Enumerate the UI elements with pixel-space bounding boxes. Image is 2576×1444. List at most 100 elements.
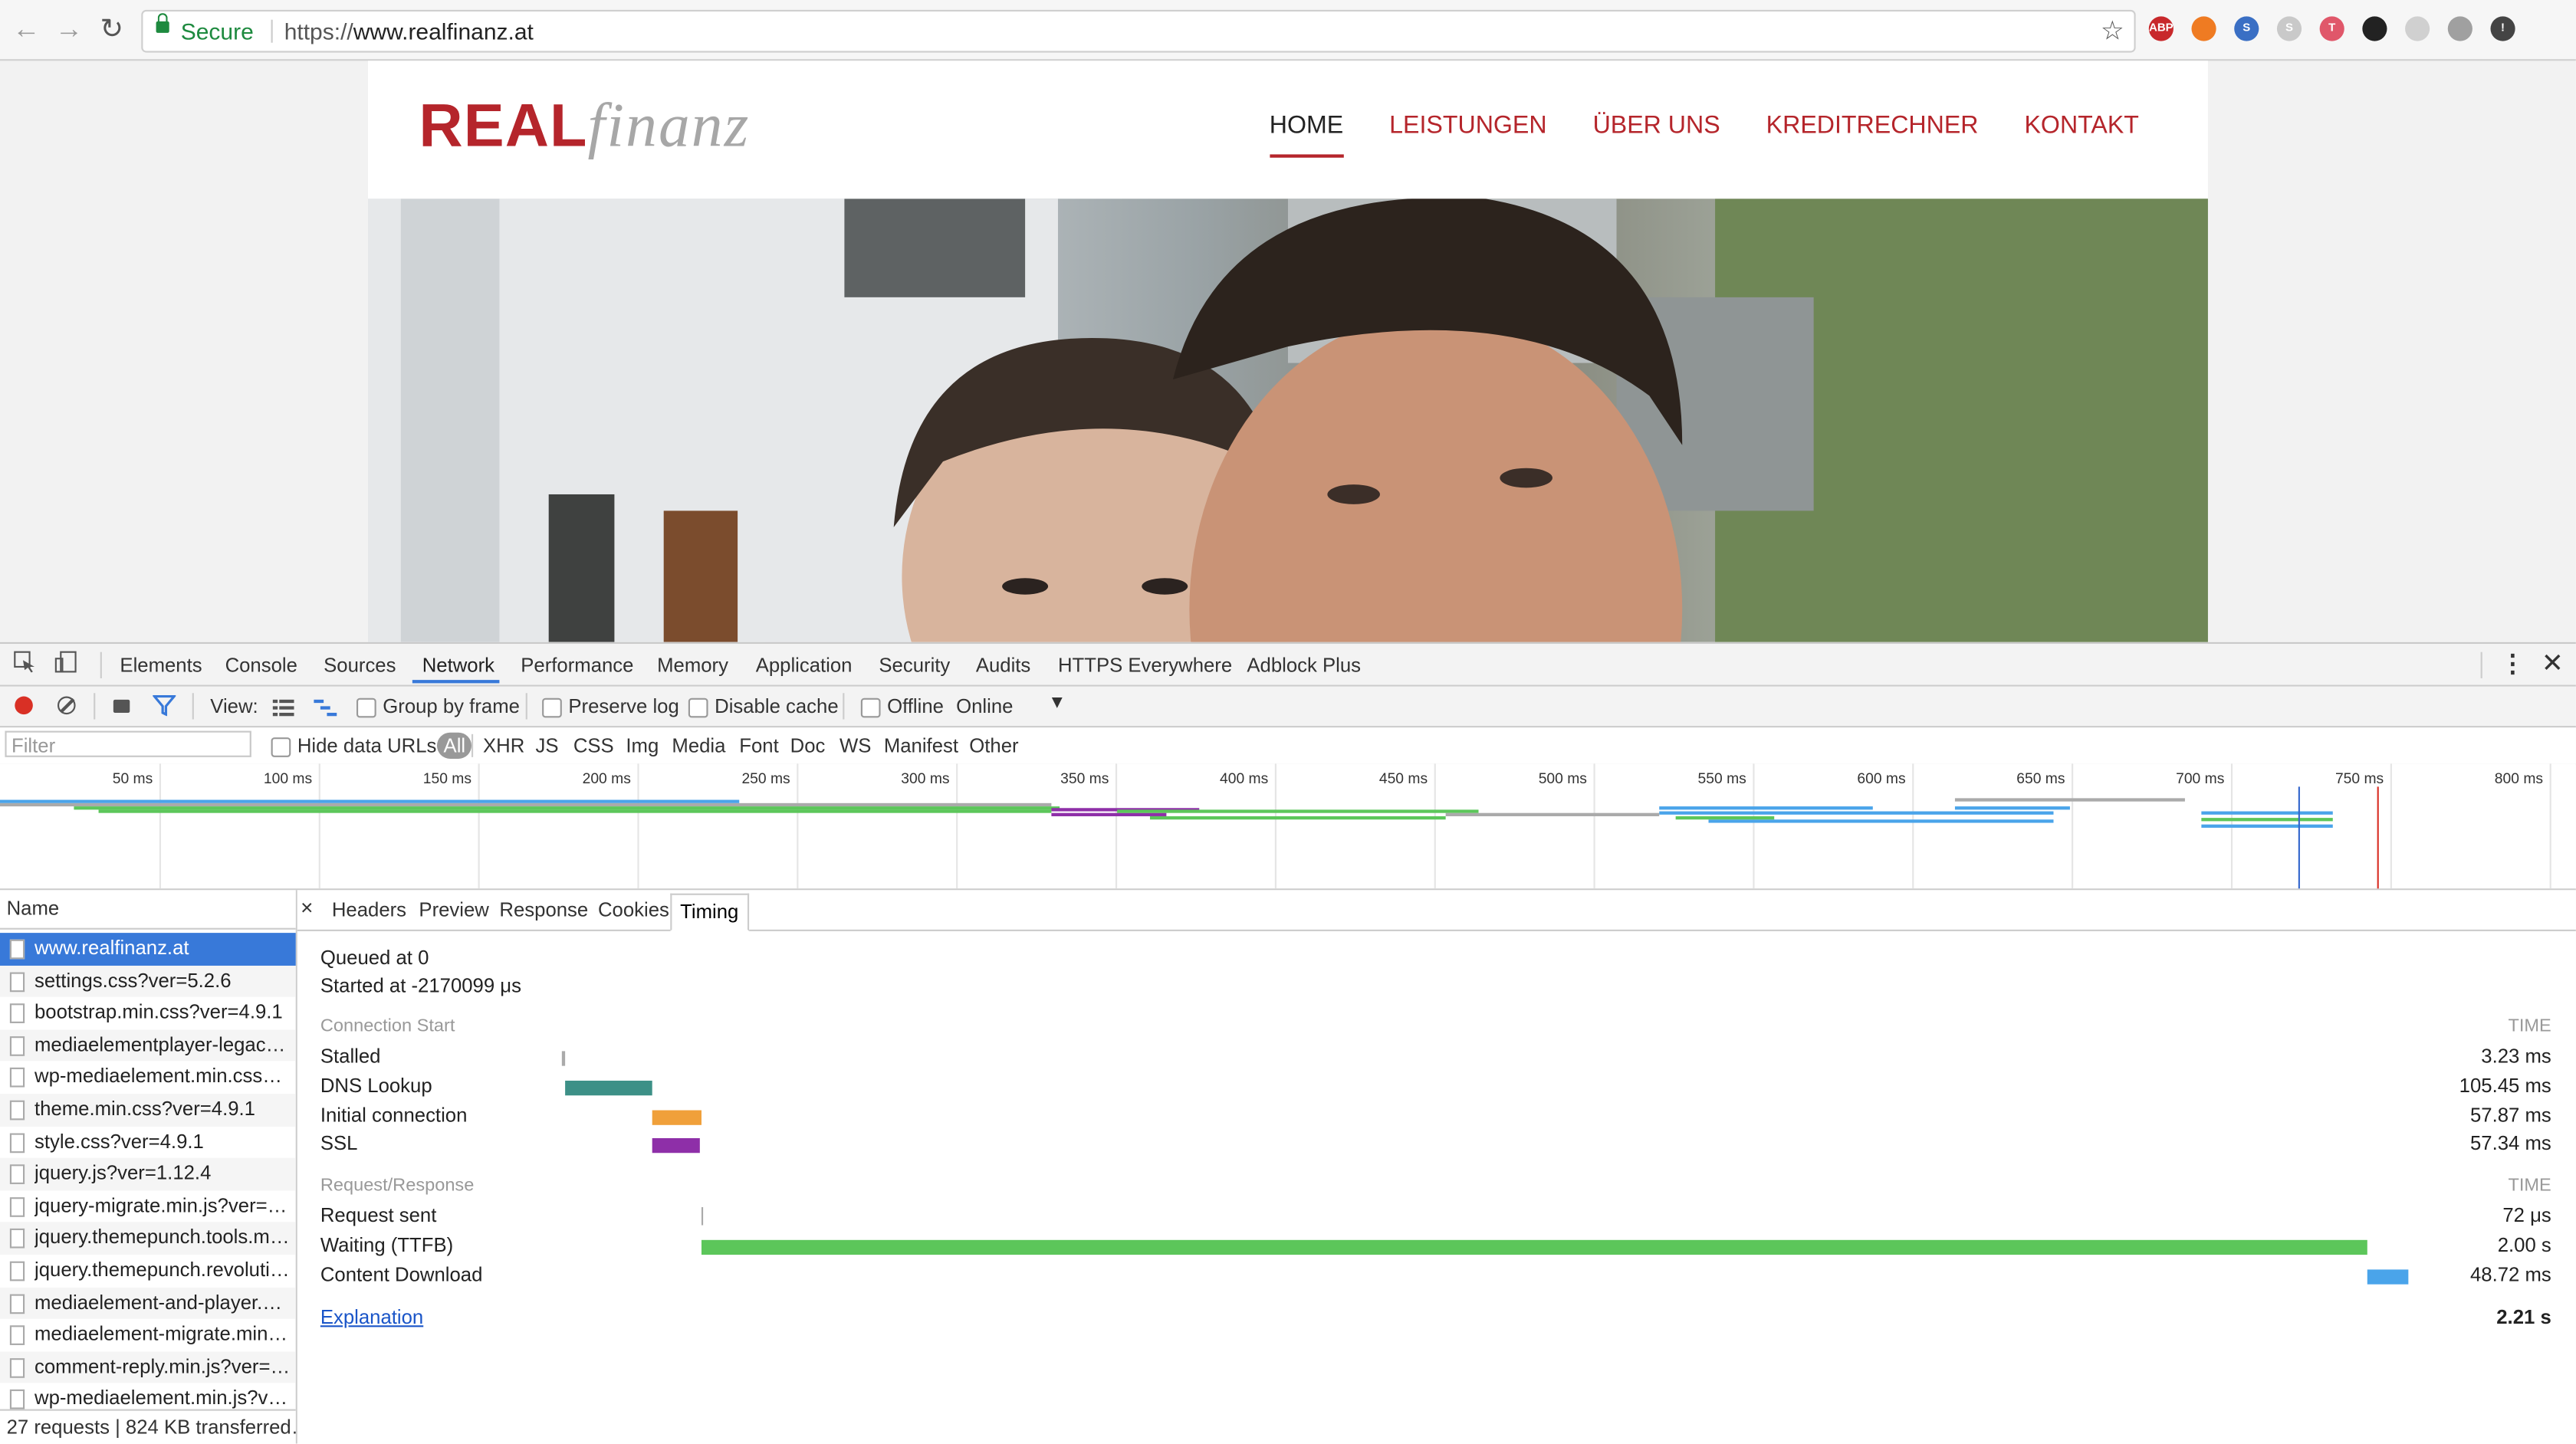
tab-sources[interactable]: Sources: [324, 654, 396, 677]
large-rows-icon[interactable]: [272, 697, 294, 727]
group-by-frame-checkbox[interactable]: [356, 697, 376, 718]
request-row[interactable]: jquery.js?ver=1.12.4: [0, 1158, 296, 1191]
overview-tick-label: 550 ms: [1697, 770, 1746, 787]
name-column-header[interactable]: Name: [0, 890, 296, 930]
throttling-select[interactable]: Online: [956, 694, 1013, 717]
tab-response[interactable]: Response: [499, 898, 588, 921]
hide-data-urls-checkbox[interactable]: [271, 737, 291, 757]
tab-cookies[interactable]: Cookies: [598, 898, 669, 921]
filter-js[interactable]: JS: [536, 734, 559, 757]
tab-headers[interactable]: Headers: [332, 898, 406, 921]
request-row[interactable]: settings.css?ver=5.2.6: [0, 965, 296, 998]
tab-timing[interactable]: Timing: [670, 893, 749, 931]
extension-grid-icon[interactable]: [2405, 16, 2430, 41]
request-row[interactable]: wp-mediaelement.min.css?…: [0, 1062, 296, 1094]
extension-fox-icon[interactable]: [2362, 16, 2387, 41]
request-name: theme.min.css?ver=4.9.1: [34, 1097, 256, 1121]
reload-icon[interactable]: ↻: [95, 13, 128, 46]
inspect-element-icon[interactable]: [13, 651, 36, 678]
request-row[interactable]: mediaelement-migrate.min.j…: [0, 1319, 296, 1351]
disable-cache-checkbox[interactable]: [688, 697, 708, 718]
request-row[interactable]: jquery.themepunch.revolutio…: [0, 1255, 296, 1287]
extension-info-icon[interactable]: !: [2490, 16, 2515, 41]
clear-icon[interactable]: [57, 696, 76, 715]
nav-ueber-uns[interactable]: ÜBER UNS: [1593, 112, 1720, 139]
url-text[interactable]: https://www.realfinanz.at: [284, 18, 534, 44]
filter-manifest[interactable]: Manifest: [884, 734, 958, 757]
tab-application[interactable]: Application: [756, 654, 853, 677]
forward-icon[interactable]: →: [53, 13, 86, 46]
tab-elements[interactable]: Elements: [120, 654, 202, 677]
request-row[interactable]: theme.min.css?ver=4.9.1: [0, 1094, 296, 1127]
network-overview[interactable]: 50 ms 100 ms 150 ms 200 ms 250 ms 300 ms 350 m…: [0, 763, 2576, 891]
logo-bold-text: REAL: [419, 91, 588, 159]
offline-checkbox[interactable]: [860, 697, 881, 718]
nav-leistungen[interactable]: LEISTUNGEN: [1389, 112, 1546, 139]
filter-ws[interactable]: WS: [840, 734, 871, 757]
filter-all[interactable]: All: [436, 732, 472, 759]
bookmark-star-icon[interactable]: ☆: [2101, 15, 2124, 48]
request-row[interactable]: bootstrap.min.css?ver=4.9.1: [0, 997, 296, 1029]
filter-font[interactable]: Font: [739, 734, 778, 757]
back-icon[interactable]: ←: [10, 13, 43, 46]
nav-kreditrechner[interactable]: KREDITRECHNER: [1766, 112, 1979, 139]
tab-https-everywhere[interactable]: HTTPS Everywhere: [1058, 654, 1232, 677]
filter-doc[interactable]: Doc: [790, 734, 826, 757]
overview-gridline: [956, 763, 958, 889]
close-detail-icon[interactable]: ×: [301, 895, 313, 920]
filter-bar: Filter Hide data URLs All XHR JS CSS Img…: [0, 727, 2576, 766]
request-row[interactable]: style.css?ver=4.9.1: [0, 1126, 296, 1158]
tab-security[interactable]: Security: [879, 654, 950, 677]
overview-tick-label: 750 ms: [2334, 770, 2384, 787]
record-icon[interactable]: [15, 696, 33, 715]
hero-photo-illustration: [367, 199, 2208, 642]
tab-network[interactable]: Network: [422, 654, 495, 677]
tab-preview[interactable]: Preview: [419, 898, 488, 921]
tab-audits[interactable]: Audits: [976, 654, 1030, 677]
extension-t-icon[interactable]: T: [2319, 16, 2344, 41]
extension-s-icon[interactable]: S: [2234, 16, 2259, 41]
request-row[interactable]: www.realfinanz.at: [0, 933, 296, 966]
request-row[interactable]: mediaelementplayer-legacy.…: [0, 1029, 296, 1062]
extension-gear-icon[interactable]: [2447, 16, 2472, 41]
overview-gridline: [478, 763, 480, 889]
tab-console[interactable]: Console: [225, 654, 297, 677]
extension-skype-icon[interactable]: S: [2276, 16, 2302, 41]
close-devtools-icon[interactable]: ✕: [2542, 647, 2564, 680]
abp-icon[interactable]: ABP: [2148, 16, 2174, 41]
filter-media[interactable]: Media: [672, 734, 725, 757]
throttling-dropdown-icon[interactable]: ▼: [1048, 693, 1066, 713]
timing-value: 3.23 ms: [2481, 1044, 2551, 1068]
address-separator: [271, 19, 273, 43]
explanation-link[interactable]: Explanation: [320, 1306, 423, 1329]
request-row[interactable]: mediaelement-and-player.mi…: [0, 1287, 296, 1320]
tab-performance[interactable]: Performance: [521, 654, 633, 677]
timing-label: DNS Lookup: [320, 1073, 432, 1097]
overview-waterfall-bar: [1445, 812, 1660, 816]
filter-input[interactable]: Filter: [5, 730, 251, 757]
more-options-icon[interactable]: ⋮: [2500, 648, 2525, 678]
toolbar-separator: [94, 693, 96, 720]
preserve-log-checkbox[interactable]: [542, 697, 562, 718]
filter-xhr[interactable]: XHR: [483, 734, 524, 757]
site-logo[interactable]: REALfinanz: [419, 90, 750, 162]
request-row[interactable]: jquery.themepunch.tools.mi…: [0, 1222, 296, 1255]
capture-screenshots-icon[interactable]: [113, 699, 130, 713]
request-row[interactable]: jquery-migrate.min.js?ver=1…: [0, 1190, 296, 1222]
file-icon: [9, 1390, 25, 1410]
device-toolbar-icon[interactable]: [54, 651, 77, 678]
filter-css[interactable]: CSS: [573, 734, 614, 757]
tab-adblock-plus[interactable]: Adblock Plus: [1247, 654, 1361, 677]
timing-bar: [700, 1206, 703, 1226]
nav-kontakt[interactable]: KONTAKT: [2024, 112, 2138, 139]
time-heading-2: TIME: [2508, 1176, 2551, 1196]
tab-memory[interactable]: Memory: [657, 654, 728, 677]
filter-img[interactable]: Img: [626, 734, 659, 757]
address-bar[interactable]: Secure https://www.realfinanz.at ☆: [141, 9, 2136, 53]
request-row[interactable]: comment-reply.min.js?ver=4…: [0, 1351, 296, 1384]
filter-icon[interactable]: [151, 693, 177, 720]
filter-other[interactable]: Other: [969, 734, 1018, 757]
extension-orange-icon[interactable]: [2191, 16, 2216, 41]
nav-home[interactable]: HOME: [1269, 112, 1344, 158]
overview-waterfall-icon[interactable]: [314, 697, 338, 727]
